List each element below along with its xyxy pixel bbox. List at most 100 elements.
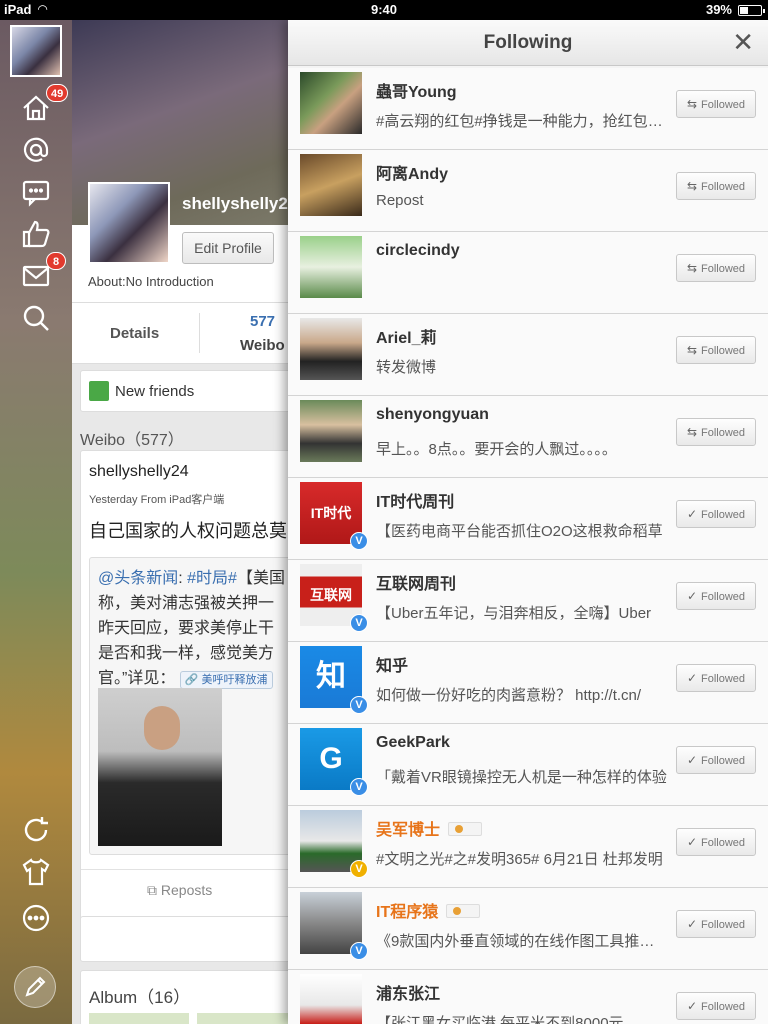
like-icon[interactable]	[18, 216, 54, 252]
edit-profile-button[interactable]: Edit Profile	[182, 232, 274, 264]
user-avatar[interactable]: V	[300, 810, 368, 878]
following-row[interactable]: V 吴军博士 #文明之光#之#发明365# 6月21日 杜邦发明 ✓ Followed	[288, 806, 768, 888]
user-name[interactable]: GeekPark	[376, 734, 450, 752]
refresh-icon[interactable]	[18, 812, 54, 848]
followed-button[interactable]: ✓ Followed	[676, 746, 756, 774]
post-meta: Yesterday From iPad客户端	[89, 494, 225, 506]
following-row[interactable]: 蟲哥Young #高云翔的红包#挣钱是一种能力，抢红包是一种运气 ⇆Followed	[288, 68, 768, 150]
user-avatar[interactable]	[300, 318, 362, 380]
tab-details[interactable]: Details	[110, 325, 159, 342]
following-row[interactable]: 阿离Andy Repost ⇆ Followed	[288, 150, 768, 232]
followed-button[interactable]: ✓ Followed	[676, 582, 756, 610]
user-avatar[interactable]	[300, 400, 362, 462]
user-name[interactable]: circlecindy	[376, 242, 460, 260]
home-badge: 49	[46, 84, 69, 102]
compose-button[interactable]	[14, 966, 56, 1008]
following-panel: Following ✕ 蟲哥Young #高云翔的红包#挣钱是一种能力，抢红包是一…	[288, 20, 768, 1024]
repost-link[interactable]: 🔗 美呼吁释放浦	[179, 671, 273, 689]
followed-button[interactable]: ✓ Followed	[676, 664, 756, 692]
post-text: 自己国家的人权问题总莫	[89, 521, 287, 541]
user-name[interactable]: 阿离Andy	[376, 160, 448, 184]
weibo-post[interactable]: shellyshelly24 Yesterday From iPad客户端 自己…	[80, 450, 288, 930]
search-icon[interactable]	[18, 300, 54, 336]
user-avatar[interactable]	[300, 236, 362, 298]
home-icon[interactable]: 49	[18, 84, 69, 126]
sidebar-avatar[interactable]	[10, 25, 62, 77]
profile-tabs: Details 577 Weibo	[72, 302, 288, 364]
user-avatar[interactable]: 知V	[300, 646, 368, 714]
user-latest-post: 转发微博	[376, 359, 437, 376]
friends-icon	[89, 381, 109, 401]
album-thumbnail[interactable]	[89, 1013, 189, 1024]
user-name[interactable]: IT程序猿	[376, 898, 481, 922]
followed-button[interactable]: ✓ Followed	[676, 500, 756, 528]
mention-icon[interactable]	[18, 132, 54, 168]
user-latest-post: 【Uber五年记，与泪奔相反，全嗨】Uber	[376, 605, 652, 622]
following-title: Following	[483, 32, 573, 53]
user-name[interactable]: IT时代周刊	[376, 488, 454, 512]
verified-badge-icon: V	[350, 532, 368, 550]
repost-photo[interactable]	[98, 688, 222, 846]
followed-button[interactable]: ✓ Followed	[676, 828, 756, 856]
album-card[interactable]: Album（16）	[80, 970, 288, 1024]
user-avatar[interactable]: GV	[300, 728, 368, 796]
post-footer: ⧉ Reposts	[81, 869, 288, 909]
user-avatar[interactable]: V	[300, 892, 368, 960]
following-list: 蟲哥Young #高云翔的红包#挣钱是一种能力，抢红包是一种运气 ⇆Followed…	[288, 68, 768, 1024]
member-tag-icon	[448, 821, 483, 836]
theme-shirt-icon[interactable]	[18, 854, 54, 890]
new-friends-button[interactable]: New friends	[80, 370, 288, 412]
tab-weibo[interactable]: Weibo	[240, 337, 285, 354]
close-icon[interactable]: ✕	[732, 28, 754, 56]
reposted-content[interactable]: @头条新闻: #时局#【美国 称，美对浦志强被关押一 昨天回应，要求美停止干 是…	[89, 557, 288, 855]
repost-topic[interactable]: #时局#	[187, 570, 237, 587]
user-avatar[interactable]	[300, 974, 362, 1024]
weibo-count[interactable]: 577	[250, 313, 275, 330]
user-avatar[interactable]	[300, 72, 362, 134]
reposts-button[interactable]: ⧉ Reposts	[147, 882, 212, 899]
post-author[interactable]: shellyshelly24	[89, 463, 189, 481]
more-icon[interactable]	[18, 900, 54, 936]
following-row[interactable]: 知 V 知乎 如何做一份好吃的肉酱意粉？ http://t.cn/ ✓ Followed	[288, 642, 768, 724]
following-row[interactable]: Ariel_莉转发微博 ⇆ Followed	[288, 314, 768, 396]
following-row[interactable]: G V GeekPark 「戴着VR眼镜操控无人机是一种怎样的体验 ✓ Followed	[288, 724, 768, 806]
profile-name: shellyshelly24	[182, 194, 288, 213]
checkmark-icon: ✓	[686, 507, 698, 521]
followed-button[interactable]: ⇆ Followed	[676, 336, 756, 364]
following-row[interactable]: 互联网 V 互联网周刊【Uber五年记，与泪奔相反，全嗨】Uber ✓ Followed	[288, 560, 768, 642]
verified-badge-icon: V	[350, 614, 368, 632]
mutual-follow-icon: ⇆	[686, 179, 698, 193]
battery-icon	[738, 5, 765, 16]
album-thumbnail[interactable]	[197, 1013, 288, 1024]
clock: 9:40	[370, 2, 398, 17]
mail-icon[interactable]: 8	[18, 252, 66, 294]
following-row[interactable]: V IT程序猿 《9款国内外垂直领域的在线作图工具推荐》 ✓ Followed	[288, 888, 768, 970]
profile-avatar[interactable]	[88, 182, 170, 264]
user-name[interactable]: 蟲哥Young	[376, 78, 457, 102]
user-avatar[interactable]	[300, 154, 362, 216]
following-header: Following ✕	[288, 20, 768, 66]
following-row[interactable]: shenyongyuan 早上。。8点。。要开会的人飘过。。。。 ⇆ Followed	[288, 396, 768, 478]
following-row[interactable]: 浦东张江 【张江黑女买临港 每平米不到8000元 ✓ Followed	[288, 970, 768, 1024]
user-latest-post: Repost	[376, 192, 424, 209]
comment-icon[interactable]	[18, 174, 54, 210]
user-name[interactable]: 互联网周刊	[376, 570, 456, 594]
checkmark-icon: ✓	[686, 589, 698, 603]
user-avatar[interactable]: 互联网 V	[300, 564, 368, 632]
following-row[interactable]: IT时代 V IT时代周刊 【医药电商平台能否抓住O2O这根救命稻草 ✓ Followed	[288, 478, 768, 560]
user-name[interactable]: 知乎	[376, 652, 408, 676]
verified-badge-icon: V	[350, 860, 368, 878]
followed-button[interactable]: ⇆ Followed	[676, 172, 756, 200]
followed-button[interactable]: ⇆ Followed	[676, 90, 756, 118]
followed-button[interactable]: ✓ Followed	[676, 992, 756, 1020]
repost-mention[interactable]: @头条新闻	[98, 570, 178, 587]
user-avatar[interactable]: IT时代 V	[300, 482, 368, 550]
user-name[interactable]: Ariel_莉	[376, 324, 436, 348]
following-row[interactable]: circlecindy ⇆ Followed	[288, 232, 768, 314]
followed-button[interactable]: ✓ Followed	[676, 910, 756, 938]
followed-button[interactable]: ⇆ Followed	[676, 418, 756, 446]
followed-button[interactable]: ⇆ Followed	[676, 254, 756, 282]
user-name[interactable]: 吴军博士	[376, 816, 483, 840]
user-name[interactable]: 浦东张江	[376, 980, 440, 1004]
user-name[interactable]: shenyongyuan	[376, 406, 489, 424]
